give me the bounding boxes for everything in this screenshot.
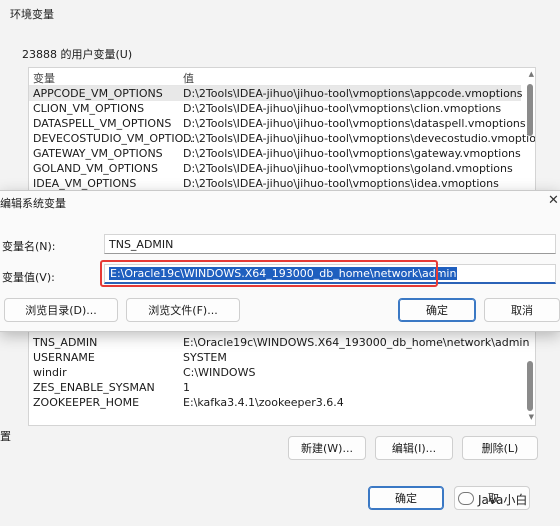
table-row[interactable]: IDEA_VM_OPTIONS D:\2Tools\IDEA-jihuo\jih… <box>29 176 521 191</box>
browse-directory-button[interactable]: 浏览目录(D)... <box>4 298 118 322</box>
window-title: 环境变量 <box>10 8 54 21</box>
table-row[interactable]: ZES_ENABLE_SYSMAN 1 <box>29 380 521 395</box>
watermark-text: Java小白 <box>478 493 528 507</box>
ok-button[interactable]: 确定 <box>398 298 476 322</box>
system-list-scrollbar[interactable] <box>527 361 533 411</box>
scroll-up-icon[interactable]: ▲ <box>529 70 534 78</box>
selected-value-text: E:\Oracle19c\WINDOWS.X64_193000_db_home\… <box>109 267 458 280</box>
edit-button[interactable]: 编辑(I)... <box>375 436 453 460</box>
edit-system-variable-dialog: 编辑系统变量 ✕ 变量名(N): TNS_ADMIN 变量值(V): E:\Or… <box>0 190 560 332</box>
table-row[interactable]: DEVECOSTUDIO_VM_OPTIO... D:\2Tools\IDEA-… <box>29 131 535 146</box>
user-vars-label: 23888 的用户变量(U) <box>22 48 133 61</box>
new-button[interactable]: 新建(W)... <box>288 436 366 460</box>
variable-value-input[interactable]: E:\Oracle19c\WINDOWS.X64_193000_db_home\… <box>104 264 556 284</box>
system-vars-list[interactable]: TNS_ADMIN E:\Oracle19c\WINDOWS.X64_19300… <box>28 330 536 426</box>
table-row[interactable]: APPCODE_VM_OPTIONS D:\2Tools\IDEA-jihuo\… <box>29 86 523 101</box>
variable-name-input[interactable]: TNS_ADMIN <box>104 234 556 254</box>
variable-value-label: 变量值(V): <box>2 271 55 284</box>
delete-button[interactable]: 删除(L) <box>462 436 538 460</box>
cropped-label: 置 <box>0 430 11 443</box>
table-row[interactable]: GOLAND_VM_OPTIONS D:\2Tools\IDEA-jihuo\j… <box>29 161 521 176</box>
browse-file-button[interactable]: 浏览文件(F)... <box>126 298 240 322</box>
col-header-variable[interactable]: 变量 <box>33 70 55 86</box>
dialog-title: 编辑系统变量 <box>0 197 66 210</box>
variable-name-label: 变量名(N): <box>2 240 56 253</box>
table-row[interactable]: USERNAME SYSTEM <box>29 350 521 365</box>
col-header-value[interactable]: 值 <box>183 70 194 86</box>
list-header: 变量 值 <box>29 68 521 86</box>
table-row[interactable]: windir C:\WINDOWS <box>29 365 521 380</box>
table-row[interactable]: GATEWAY_VM_OPTIONS D:\2Tools\IDEA-jihuo\… <box>29 146 521 161</box>
table-row[interactable]: ZOOKEEPER_HOME E:\kafka3.4.1\zookeeper3.… <box>29 395 521 410</box>
cancel-button[interactable]: 取消 <box>484 298 560 322</box>
scroll-down-icon[interactable]: ▼ <box>529 413 534 421</box>
wechat-icon <box>458 492 474 505</box>
env-ok-button[interactable]: 确定 <box>368 486 444 510</box>
user-list-scrollbar[interactable] <box>527 84 533 136</box>
user-vars-list[interactable]: 变量 值 APPCODE_VM_OPTIONS D:\2Tools\IDEA-j… <box>28 67 536 195</box>
table-row[interactable]: DATASPELL_VM_OPTIONS D:\2Tools\IDEA-jihu… <box>29 116 526 131</box>
close-icon[interactable]: ✕ <box>548 193 559 208</box>
table-row[interactable]: CLION_VM_OPTIONS D:\2Tools\IDEA-jihuo\ji… <box>29 101 521 116</box>
table-row[interactable]: TNS_ADMIN E:\Oracle19c\WINDOWS.X64_19300… <box>29 335 529 350</box>
